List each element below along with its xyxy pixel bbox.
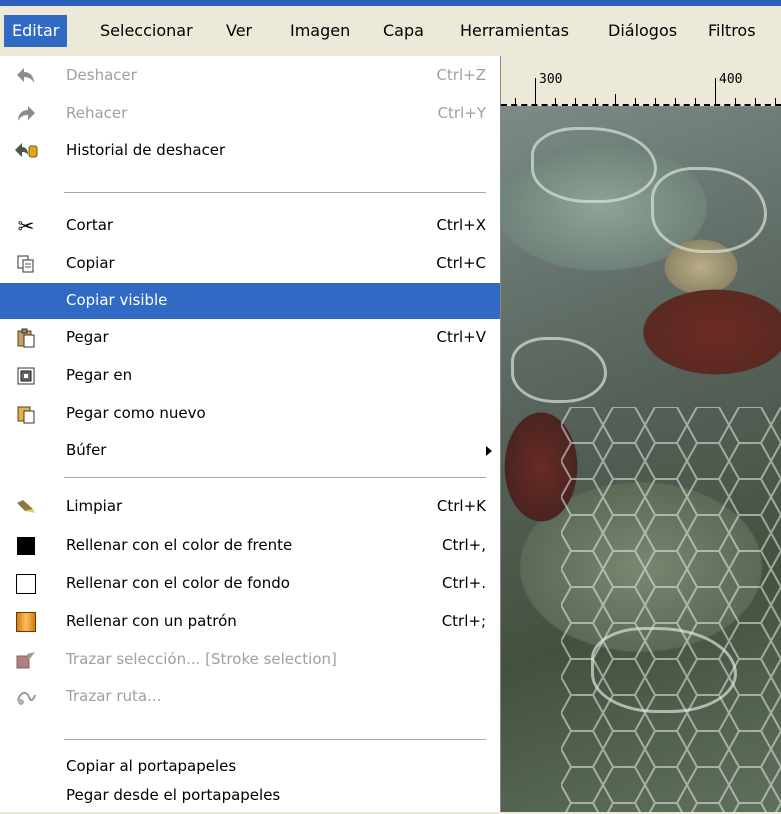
menu-item-shortcut: Ctrl+; [441,612,486,630]
ruler-label: 300 [539,72,563,87]
menu-item-rellenar-frente[interactable]: Rellenar con el color de frente Ctrl+, [0,528,500,564]
menu-item-label: Deshacer [66,66,137,84]
menu-item-pegar-como-nuevo[interactable]: Pegar como nuevo [0,396,500,432]
menu-dialogos[interactable]: Diálogos [600,15,685,47]
menu-item-historial[interactable]: Historial de deshacer [0,133,500,169]
menu-item-label: Historial de deshacer [66,141,226,159]
edit-dropdown-menu: Deshacer Ctrl+Z Rehacer Ctrl+Y Historial… [0,56,501,812]
menu-herramientas[interactable]: Herramientas [452,15,577,47]
redo-icon [14,102,38,126]
menu-imagen[interactable]: Imagen [282,15,358,47]
menu-item-label: Pegar desde el portapapeles [66,786,281,804]
canvas-image[interactable] [501,107,781,812]
paste-as-new-icon [14,402,38,426]
menu-item-trazar-seleccion[interactable]: Trazar selección... [Stroke selection] [0,642,500,678]
menu-item-shortcut: Ctrl+C [436,254,486,272]
menu-item-shortcut: Ctrl+. [441,574,486,592]
submenu-arrow-icon [486,446,492,456]
menu-item-rellenar-patron[interactable]: Rellenar con un patrón Ctrl+; [0,604,500,640]
menu-item-deshacer[interactable]: Deshacer Ctrl+Z [0,58,500,94]
menu-item-shortcut: Ctrl+Y [437,104,486,122]
menu-item-bufer[interactable]: Búfer [0,433,500,469]
fill-pattern-icon [14,610,38,634]
menu-item-shortcut: Ctrl+Z [436,66,486,84]
menu-item-label: Copiar al portapapeles [66,757,237,775]
copy-icon [14,252,38,276]
menu-item-label: Copiar visible [66,291,168,309]
image-shape [511,337,607,403]
menu-item-label: Rehacer [66,104,128,122]
menu-item-trazar-ruta[interactable]: Trazar ruta... [0,679,500,715]
menu-item-label: Rellenar con el color de frente [66,536,293,554]
hexagon-texture [561,407,781,812]
menu-item-label: Pegar en [66,366,133,384]
menu-item-label: Limpiar [66,497,123,515]
menu-separator [64,192,486,194]
menu-item-label: Búfer [66,441,107,459]
image-shape [531,127,657,203]
stroke-selection-icon [14,648,38,672]
menu-item-label: Rellenar con el color de fondo [66,574,290,592]
menu-separator [64,477,486,479]
menu-item-label: Copiar [66,254,115,272]
menubar: Editar Seleccionar Ver Imagen Capa Herra… [0,6,781,57]
menu-item-pegar-portapapeles[interactable]: Pegar desde el portapapeles [0,778,500,814]
menu-seleccionar[interactable]: Seleccionar [92,15,201,47]
menu-item-limpiar[interactable]: Limpiar Ctrl+K [0,489,500,525]
menu-item-label: Pegar [66,328,109,346]
fill-bg-icon [14,572,38,596]
scissors-icon: ✂ [17,214,35,238]
menu-item-rehacer[interactable]: Rehacer Ctrl+Y [0,96,500,132]
fill-fg-icon [14,534,38,558]
menu-item-rellenar-fondo[interactable]: Rellenar con el color de fondo Ctrl+. [0,566,500,602]
stroke-path-icon [14,685,38,709]
menu-item-pegar[interactable]: Pegar Ctrl+V [0,320,500,356]
menu-item-copiar-visible[interactable]: Copiar visible [0,283,500,319]
menu-item-shortcut: Ctrl+V [436,328,486,346]
undo-history-icon [14,139,38,163]
menu-item-shortcut: Ctrl+X [436,216,486,234]
menu-item-pegar-en[interactable]: Pegar en [0,358,500,394]
menu-item-label: Trazar selección... [Stroke selection] [66,650,337,668]
menu-item-label: Pegar como nuevo [66,404,206,422]
menu-item-label: Rellenar con un patrón [66,612,237,630]
image-canvas[interactable]: 300 400 [501,56,781,812]
image-shape [651,167,767,253]
menu-filtros[interactable]: Filtros [700,15,764,47]
menu-item-copiar[interactable]: Copiar Ctrl+C [0,246,500,282]
selection-marching-ants [501,104,781,106]
menu-item-cortar[interactable]: ✂ Cortar Ctrl+X [0,208,500,244]
paste-icon [14,326,38,350]
eraser-icon [14,495,38,519]
paste-into-icon [14,364,38,388]
menu-item-shortcut: Ctrl+K [436,497,486,515]
menu-capa[interactable]: Capa [375,15,432,47]
menu-editar[interactable]: Editar [4,15,68,47]
menu-item-shortcut: Ctrl+, [441,536,486,554]
ruler-label: 400 [719,72,743,87]
menu-item-label: Cortar [66,216,114,234]
horizontal-ruler[interactable]: 300 400 [501,56,781,107]
menu-separator [64,739,486,741]
undo-icon [14,64,38,88]
menu-item-label: Trazar ruta... [66,687,162,705]
menu-ver[interactable]: Ver [218,15,260,47]
